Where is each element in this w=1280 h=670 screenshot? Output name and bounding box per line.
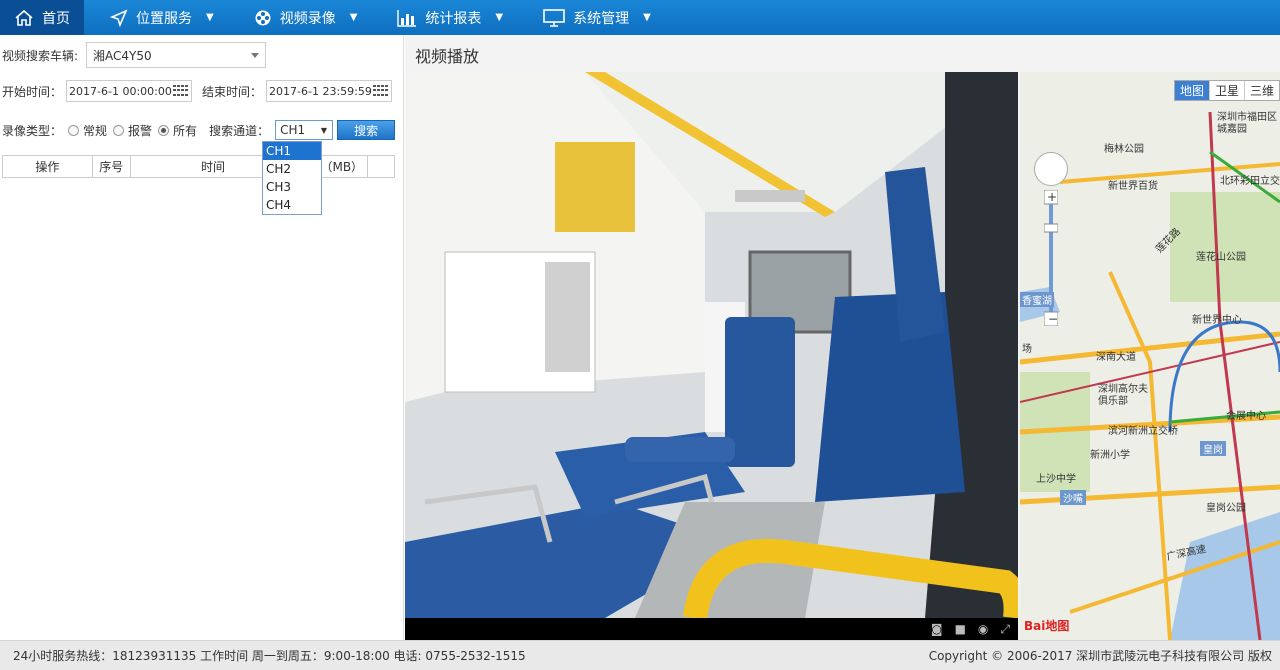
bar-chart-icon: [397, 9, 417, 27]
end-time-input[interactable]: 2017-6-1 23:59:59: [266, 80, 393, 102]
navigation-arrow-icon: [110, 8, 128, 27]
start-time-input[interactable]: 2017-6-1 00:00:00: [66, 80, 193, 102]
channel-select-value: CH1: [280, 123, 306, 137]
monitor-icon: [543, 8, 565, 27]
map-label: 北环彩田立交: [1220, 176, 1280, 187]
radio-all-label: 所有: [173, 123, 198, 138]
nav-system-label: 系统管理: [573, 10, 630, 27]
col-sequence: 序号: [93, 156, 131, 177]
col-extra: [368, 156, 394, 177]
vehicle-row: 视频搜索车辆: 湘AC4Y50: [2, 42, 267, 68]
start-time-label: 开始时间：: [2, 84, 63, 99]
result-table-header: 操作 序号 时间 （MB）: [2, 155, 395, 178]
search-button[interactable]: 搜索: [337, 120, 396, 140]
map-label: 沙嘴: [1060, 490, 1086, 505]
footer-hotline: 24小时服务热线：18123931135 工作时间 周一到周五：9:00-18:…: [13, 649, 526, 663]
map-label: 皇岗公园: [1206, 503, 1246, 514]
svg-text:+: +: [1047, 190, 1057, 204]
calendar-icon[interactable]: [172, 84, 189, 98]
video-player[interactable]: ◙ ■ ◉ ⤢: [405, 72, 1018, 640]
tab-3d[interactable]: 三维: [1245, 81, 1279, 100]
nav-stats[interactable]: 统计报表 ▼: [383, 0, 517, 35]
map-label: 深南大道: [1096, 352, 1136, 363]
radio-normal[interactable]: [68, 124, 80, 136]
radio-all[interactable]: [158, 124, 170, 136]
radio-normal-label: 常规: [83, 123, 108, 138]
nav-stats-label: 统计报表: [425, 10, 482, 27]
channel-label: 搜索通道：: [209, 123, 270, 138]
map-label: 梅林公园: [1104, 144, 1144, 155]
channel-select[interactable]: CH1 ▼: [275, 120, 334, 140]
svg-text:−: −: [1048, 312, 1058, 326]
video-frame: [405, 72, 1018, 620]
map-pan-control[interactable]: [1034, 152, 1068, 186]
map-label: 莲花山公园: [1196, 252, 1246, 263]
end-time-label: 结束时间：: [202, 84, 263, 99]
map-view[interactable]: 地图 卫星 三维 + − 深圳市福田区 城嘉园 梅林公园 新世界百货 北环彩田立…: [1020, 72, 1280, 640]
chevron-down-icon: ▼: [495, 12, 504, 23]
map-label: 场: [1022, 344, 1032, 355]
channel-option[interactable]: CH3: [263, 178, 321, 196]
map-label: 滨河新洲立交桥: [1108, 426, 1178, 437]
footer-copyright: Copyright © 2006-2017 深圳市武陵沅电子科技有限公司 版权: [928, 649, 1272, 663]
tab-map[interactable]: 地图: [1174, 81, 1210, 100]
vehicle-select[interactable]: 湘AC4Y50: [86, 42, 267, 68]
search-panel: 视频搜索车辆: 湘AC4Y50 开始时间： 2017-6-1 00:00:00 …: [0, 35, 404, 640]
baidu-map-logo: Bai地图: [1024, 619, 1070, 633]
film-reel-icon: [255, 10, 271, 25]
home-icon: [15, 9, 33, 26]
map-label: 俱乐部: [1098, 396, 1128, 407]
video-controls: ◙ ■ ◉ ⤢: [405, 618, 1018, 640]
start-time-value: 2017-6-1 00:00:00: [69, 84, 172, 98]
tab-satellite[interactable]: 卫星: [1210, 81, 1245, 100]
chevron-down-icon: [251, 53, 260, 58]
radio-alarm[interactable]: [113, 124, 125, 136]
footer: 24小时服务热线：18123931135 工作时间 周一到周五：9:00-18:…: [0, 640, 1280, 670]
vehicle-label: 视频搜索车辆:: [2, 48, 79, 63]
record-type-label: 录像类型：: [2, 123, 63, 138]
radio-alarm-label: 报警: [128, 123, 153, 138]
channel-option[interactable]: CH4: [263, 196, 321, 214]
map-label: 皇岗: [1200, 441, 1226, 456]
vehicle-select-value: 湘AC4Y50: [93, 48, 152, 63]
channel-dropdown: CH1 CH2 CH3 CH4: [262, 141, 322, 215]
map-label: 新世界百货: [1108, 181, 1158, 192]
col-operation: 操作: [3, 156, 93, 177]
nav-video-label: 视频录像: [279, 10, 336, 27]
chevron-down-icon: ▼: [349, 12, 358, 23]
map-label: 新世界中心: [1192, 315, 1242, 326]
map-label: 会展中心: [1226, 411, 1266, 422]
camera-icon[interactable]: ◙: [931, 622, 943, 636]
nav-system[interactable]: 系统管理 ▼: [529, 0, 665, 35]
channel-option[interactable]: CH1: [263, 142, 321, 160]
map-label: 上沙中学: [1036, 474, 1076, 485]
nav-location-label: 位置服务: [136, 10, 192, 27]
map-label: 城嘉园: [1217, 124, 1247, 135]
map-label: 新洲小学: [1090, 450, 1130, 461]
nav-home-label: 首页: [42, 10, 70, 27]
chevron-down-icon: ▼: [206, 12, 214, 23]
nav-location[interactable]: 位置服务 ▼: [96, 0, 228, 35]
chevron-down-icon: ▼: [320, 126, 328, 135]
end-time-value: 2017-6-1 23:59:59: [269, 84, 372, 98]
top-nav: 首页 位置服务 ▼ 视频录像 ▼ 统计报表 ▼ 系统管理 ▼: [0, 0, 1280, 35]
volume-icon[interactable]: ◉: [978, 622, 988, 636]
nav-video[interactable]: 视频录像 ▼: [240, 0, 372, 35]
chevron-down-icon: ▼: [643, 12, 651, 23]
video-title: 视频播放: [415, 47, 480, 66]
stop-icon[interactable]: ■: [955, 622, 966, 636]
channel-option[interactable]: CH2: [263, 160, 321, 178]
map-type-tabs: 地图 卫星 三维: [1173, 80, 1280, 101]
calendar-icon[interactable]: [372, 84, 389, 98]
video-panel: 视频播放 ◙ ■ ◉ ⤢ 地图 卫星 三维 + − 深圳市福田区 城嘉园 梅林公…: [405, 35, 1280, 640]
map-label: 香蜜湖: [1020, 292, 1054, 307]
nav-home[interactable]: 首页: [0, 0, 84, 35]
time-row: 开始时间： 2017-6-1 00:00:00 结束时间： 2017-6-1 2…: [2, 80, 393, 102]
type-row: 录像类型： 常规 报警 所有 搜索通道： CH1 ▼ 搜索: [2, 120, 396, 140]
fullscreen-icon[interactable]: ⤢: [1000, 622, 1010, 637]
